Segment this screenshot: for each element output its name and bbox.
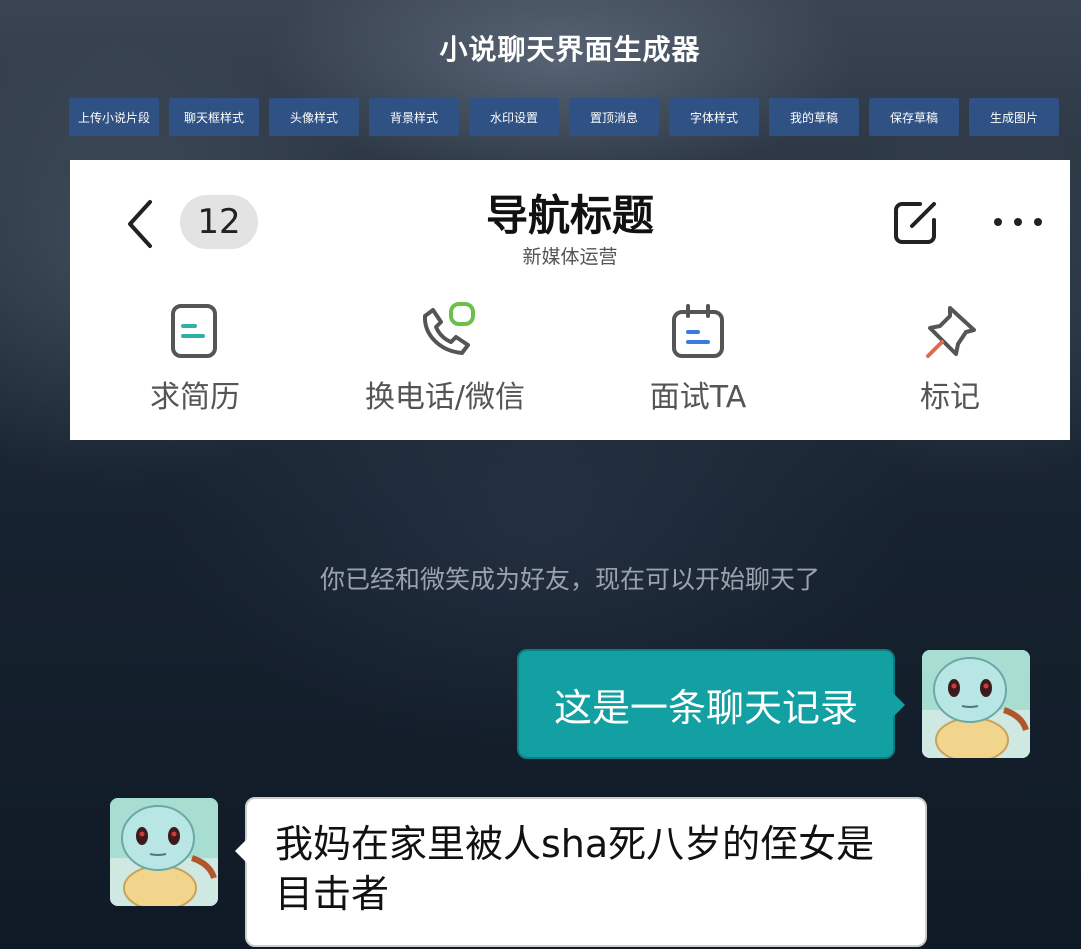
save-draft-button[interactable]: 保存草稿 [869,98,959,136]
action-label: 标记 [920,380,980,415]
action-label: 求简历 [150,380,240,415]
pinned-message-button[interactable]: 置顶消息 [569,98,659,136]
system-message: 你已经和微笑成为好友，现在可以开始聊天了 [319,565,820,594]
my-drafts-button[interactable]: 我的草稿 [769,98,859,136]
background-style-button[interactable]: 背景样式 [369,98,459,136]
calendar-icon [672,304,724,358]
action-mark[interactable]: 标记 [840,302,1060,416]
watermark-settings-button[interactable]: 水印设置 [469,98,559,136]
generate-image-button[interactable]: 生成图片 [969,98,1059,136]
action-label: 面试TA [649,380,747,415]
outgoing-message-bubble[interactable]: 这是一条聊天记录 [517,649,905,759]
squirtle-avatar-icon [110,798,218,906]
edit-icon[interactable] [890,196,942,248]
pin-icon [926,306,976,358]
avatar[interactable] [922,650,1030,758]
avatar-style-button[interactable]: 头像样式 [269,98,359,136]
incoming-message-bubble[interactable]: 我妈在家里被人sha死八岁的侄女是目击者 [235,797,927,947]
header-actions: 求简历 换电话/微信 面试TA 标记 [70,302,1070,415]
toolbar: 上传小说片段 聊天框样式 头像样式 背景样式 水印设置 置顶消息 字体样式 我的… [69,98,1059,136]
resume-icon [171,304,217,358]
squirtle-avatar-icon [922,650,1030,758]
chatbox-style-button[interactable]: 聊天框样式 [169,98,259,136]
chat-header: 12 导航标题 新媒体运营 求简历 换电话/微信 面试TA 标记 [70,160,1070,440]
avatar[interactable] [110,798,218,906]
action-request-resume[interactable]: 求简历 [85,302,305,416]
action-exchange-phone[interactable]: 换电话/微信 [335,302,555,416]
font-style-button[interactable]: 字体样式 [669,98,759,136]
phone-wechat-icon [422,302,475,355]
more-icon[interactable] [990,210,1050,234]
upload-novel-button[interactable]: 上传小说片段 [69,98,159,136]
app-title: 小说聊天界面生成器 [439,33,701,66]
action-label: 换电话/微信 [364,380,526,415]
action-interview[interactable]: 面试TA [588,302,808,416]
